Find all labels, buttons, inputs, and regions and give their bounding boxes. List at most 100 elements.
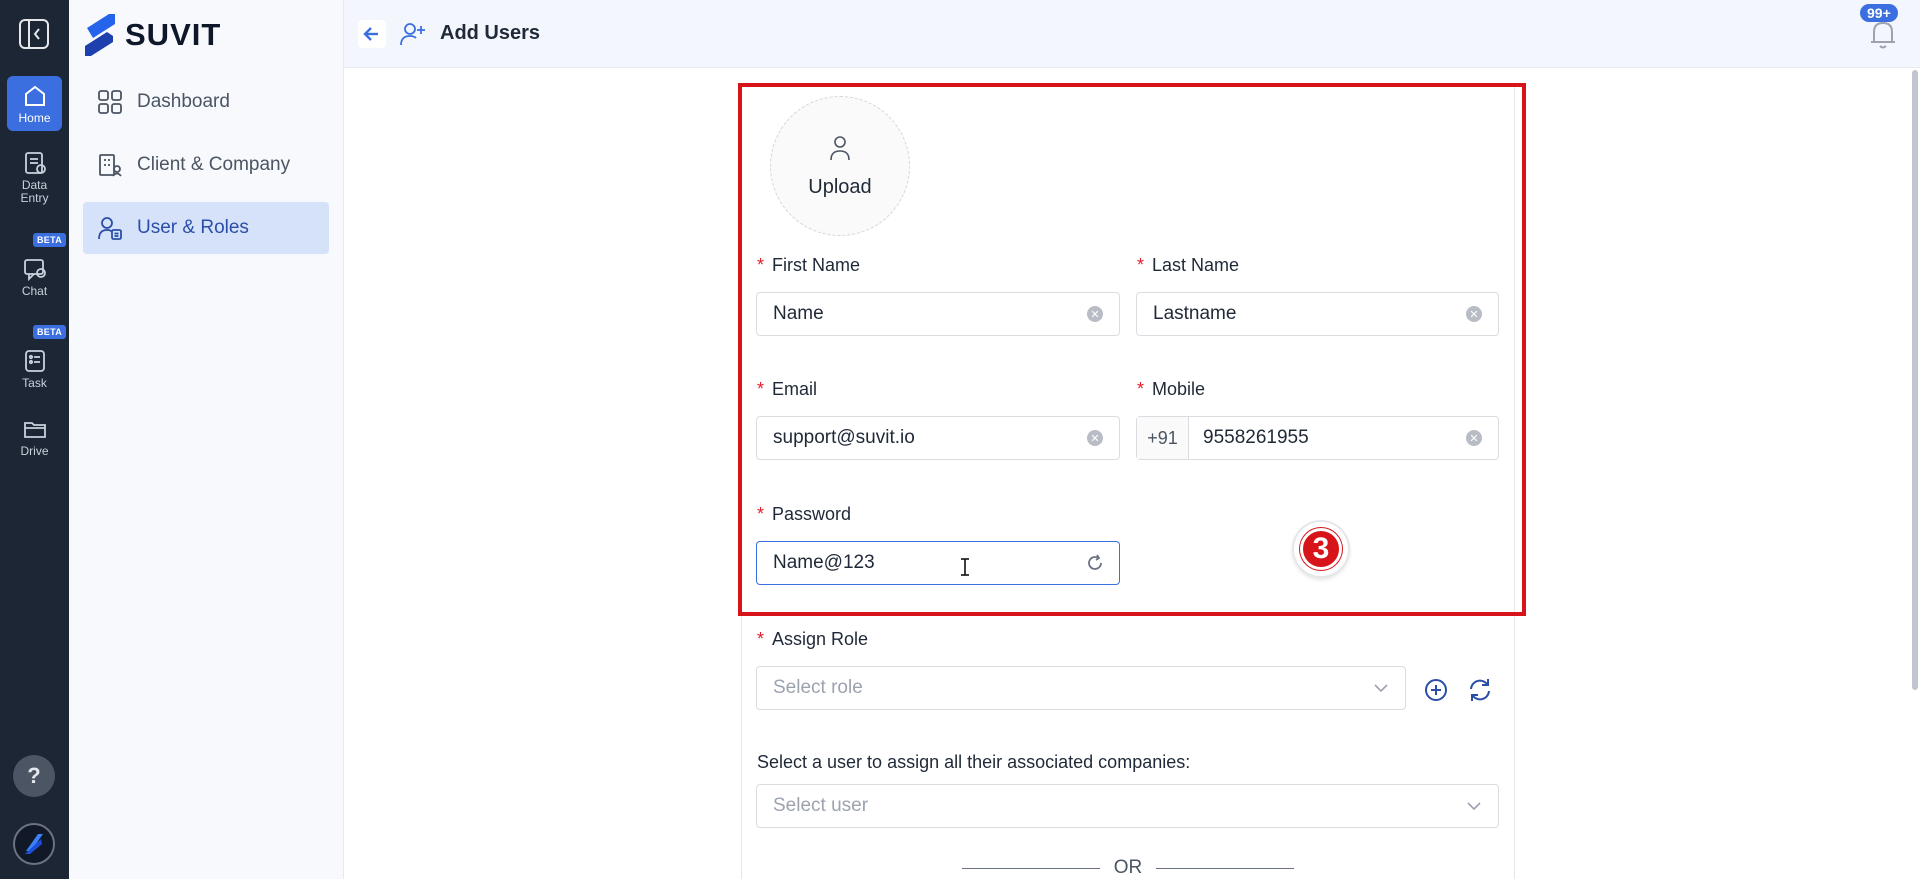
rail-item-drive[interactable]: Drive xyxy=(7,416,62,458)
upload-label: Upload xyxy=(808,175,872,198)
back-button[interactable] xyxy=(358,20,386,48)
assign-role-label: * Assign Role xyxy=(757,629,868,650)
password-value: Name@123 xyxy=(773,552,875,573)
clear-icon[interactable]: ✕ xyxy=(1087,306,1103,322)
text-cursor-icon xyxy=(958,557,972,582)
user-icon xyxy=(830,135,850,160)
first-name-value: Name xyxy=(773,303,824,324)
home-icon xyxy=(24,85,45,106)
label-text: Email xyxy=(772,379,818,399)
required-mark: * xyxy=(1137,255,1145,275)
label-text: Last Name xyxy=(1152,255,1240,275)
icon-rail: Home Data Entry BETA Chat BETA Task Drive… xyxy=(0,0,69,879)
page-title: Add Users xyxy=(440,22,541,44)
beta-badge: BETA xyxy=(33,233,67,247)
role-select[interactable]: Select role xyxy=(756,666,1406,710)
mobile-value: 9558261955 xyxy=(1203,427,1309,448)
page-header: Add Users 99+ xyxy=(344,0,1920,68)
upload-avatar-button[interactable]: Upload xyxy=(770,96,910,236)
chat-icon xyxy=(23,259,46,282)
rail-item-label: Chat xyxy=(21,284,48,298)
last-name-label: * Last Name xyxy=(1137,255,1239,276)
required-mark: * xyxy=(757,379,765,399)
plus-circle-icon xyxy=(1425,679,1447,701)
rail-item-label: Drive xyxy=(20,444,49,458)
sidebar-item-label: Client & Company xyxy=(137,154,291,175)
building-icon xyxy=(99,154,122,177)
arrow-left-icon xyxy=(363,27,378,41)
refresh-roles-button[interactable] xyxy=(1466,676,1494,704)
email-value: support@suvit.io xyxy=(773,427,915,448)
sidebar-item-user-roles[interactable]: User & Roles xyxy=(83,202,329,254)
chevron-down-icon xyxy=(1467,802,1481,811)
chevron-down-icon xyxy=(1374,684,1388,693)
page-scrollbar[interactable] xyxy=(1910,68,1920,879)
beta-badge: BETA xyxy=(33,325,67,339)
sidebar-item-label: Dashboard xyxy=(137,91,230,112)
label-text: Mobile xyxy=(1152,379,1206,399)
rail-item-label: Task xyxy=(22,376,47,390)
notifications-button[interactable] xyxy=(1868,18,1898,55)
task-icon xyxy=(24,350,45,372)
clear-icon[interactable]: ✕ xyxy=(1466,430,1482,446)
rail-item-label: Data Entry xyxy=(20,178,49,205)
country-code-prefix: +91 xyxy=(1137,417,1189,459)
divider-line xyxy=(962,867,1100,869)
clear-icon[interactable]: ✕ xyxy=(1466,306,1482,322)
bell-icon xyxy=(1871,21,1895,49)
sidebar-item-client-company[interactable]: Client & Company xyxy=(83,139,329,191)
label-text: Assign Role xyxy=(772,629,869,649)
rail-item-label: Home xyxy=(18,111,51,125)
scrollbar-thumb[interactable] xyxy=(1912,70,1918,690)
required-mark: * xyxy=(757,629,765,649)
rail-item-home[interactable]: Home xyxy=(7,76,62,131)
suvit-logo-icon xyxy=(85,14,115,56)
required-mark: * xyxy=(757,504,765,524)
rail-item-data-entry[interactable]: Data Entry xyxy=(7,150,62,205)
mobile-field[interactable]: +91 9558261955 ✕ xyxy=(1136,416,1499,460)
sidebar-item-dashboard[interactable]: Dashboard xyxy=(83,76,329,128)
sidebar-item-label: User & Roles xyxy=(137,217,249,238)
divider-line xyxy=(1156,867,1294,869)
user-select-placeholder: Select user xyxy=(773,795,869,816)
brand-name: SUVIT xyxy=(125,17,222,52)
assign-user-label: Select a user to assign all their associ… xyxy=(757,752,1191,772)
sidebar: SUVIT Dashboard Client & Company User & … xyxy=(69,0,344,879)
brand[interactable]: SUVIT xyxy=(83,14,221,56)
or-divider: OR xyxy=(962,857,1294,879)
first-name-field[interactable]: Name ✕ xyxy=(756,292,1120,336)
collapse-sidebar-button[interactable] xyxy=(17,17,51,56)
rail-item-chat[interactable]: Chat xyxy=(7,256,62,298)
notification-count-badge: 99+ xyxy=(1860,4,1898,22)
password-label: * Password xyxy=(757,504,851,525)
mobile-label: * Mobile xyxy=(1137,379,1205,400)
rail-item-task[interactable]: Task xyxy=(7,348,62,390)
grid-icon xyxy=(98,90,122,114)
help-button[interactable]: ? xyxy=(13,755,55,797)
add-user-icon xyxy=(399,20,427,53)
or-text: OR xyxy=(1113,857,1143,878)
label-text: Password xyxy=(772,504,852,524)
role-select-placeholder: Select role xyxy=(773,677,863,698)
data-entry-icon xyxy=(24,152,46,174)
email-field[interactable]: support@suvit.io ✕ xyxy=(756,416,1120,460)
required-mark: * xyxy=(757,255,765,275)
required-mark: * xyxy=(1137,379,1145,399)
last-name-value: Lastname xyxy=(1153,303,1237,324)
clear-icon[interactable]: ✕ xyxy=(1087,430,1103,446)
suvit-app-logo[interactable] xyxy=(13,823,55,865)
step-number: 3 xyxy=(1300,528,1342,570)
first-name-label: * First Name xyxy=(757,255,860,276)
user-roles-icon xyxy=(98,217,122,240)
refresh-icon xyxy=(1470,679,1490,701)
collapse-icon xyxy=(19,19,49,49)
password-field[interactable]: Name@123 xyxy=(756,541,1120,585)
email-label: * Email xyxy=(757,379,817,400)
regenerate-password-icon[interactable] xyxy=(1085,553,1105,573)
step-marker: 3 xyxy=(1294,522,1348,576)
label-text: First Name xyxy=(772,255,861,275)
last-name-field[interactable]: Lastname ✕ xyxy=(1136,292,1499,336)
add-role-button[interactable] xyxy=(1422,676,1450,704)
user-select[interactable]: Select user xyxy=(756,784,1499,828)
folder-icon xyxy=(23,422,46,438)
